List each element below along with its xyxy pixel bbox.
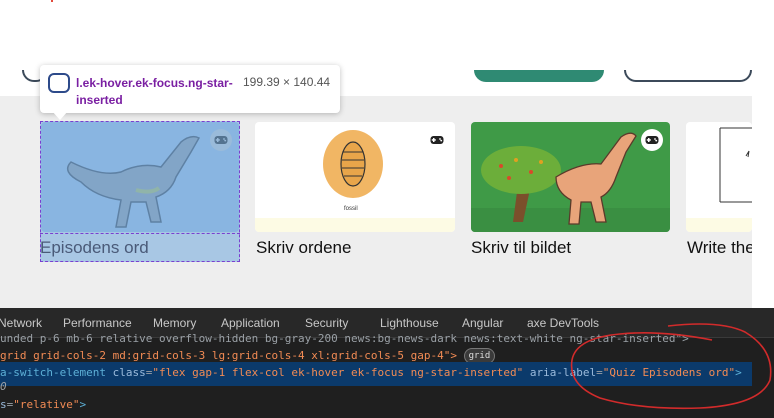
tooltip-arrow xyxy=(52,111,68,120)
dom-line-selected[interactable]: a-switch-element class="flex gap-1 flex-… xyxy=(0,366,742,380)
tab-security[interactable]: Security xyxy=(305,316,348,330)
sketch-illustration xyxy=(686,127,752,232)
dom-attr-class: class xyxy=(112,366,146,379)
tab-network[interactable]: Network xyxy=(0,316,42,330)
scrollbar[interactable] xyxy=(752,72,774,308)
dom-line-index: 0 xyxy=(0,380,7,393)
tab-axe-devtools[interactable]: axe DevTools xyxy=(527,316,599,330)
dom-attr-s: s xyxy=(0,398,7,411)
card-skriv-ordene[interactable]: fossil xyxy=(255,122,455,232)
dom-tag-end: > xyxy=(735,366,742,379)
highlight-divider xyxy=(40,233,240,234)
partial-button-teal[interactable] xyxy=(474,70,604,82)
label-clip xyxy=(752,238,774,262)
dom-attr-aria-value: "Quiz Episodens ord" xyxy=(602,366,736,379)
card-label-write-the[interactable]: Write the xyxy=(687,238,755,258)
card-label-skriv-ordene[interactable]: Skriv ordene xyxy=(256,238,351,258)
dom-line-0[interactable]: unded p-6 mb-6 relative overflow-hidden … xyxy=(0,332,689,346)
tooltip-selector: l.ek-hover.ek-focus.ng-star-inserted xyxy=(76,76,233,107)
dom-attr-class-value: "flex gap-1 flex-col ek-hover ek-focus n… xyxy=(152,366,524,379)
card-skriv-til-bildet[interactable] xyxy=(471,122,670,232)
game-controller-icon xyxy=(641,129,663,151)
dom-line-relative[interactable]: s="relative"> xyxy=(0,398,86,412)
game-controller-icon xyxy=(426,129,448,151)
dom-attr-aria: aria-label xyxy=(523,366,597,379)
fossil-caption: fossil xyxy=(344,206,358,212)
tab-lighthouse[interactable]: Lighthouse xyxy=(380,316,439,330)
tab-memory[interactable]: Memory xyxy=(153,316,196,330)
inspect-tooltip: l.ek-hover.ek-focus.ng-star-inserted 199… xyxy=(40,65,340,113)
tab-application[interactable]: Application xyxy=(221,316,280,330)
screenshot: Episodens ord fossil Skriv ordene Skriv … xyxy=(0,0,774,418)
component-icon xyxy=(48,73,70,93)
dom-attr-relative-value: "relative" xyxy=(13,398,80,411)
dom-tag-text: a-switch-element xyxy=(0,366,113,379)
stray-dot xyxy=(51,0,53,2)
dom-line-grid-text: grid grid-cols-2 md:grid-cols-3 lg:grid-… xyxy=(0,349,457,362)
dom-tag-end-2: > xyxy=(79,398,87,411)
fossil-illustration xyxy=(255,130,455,232)
card-label-episodens-ord[interactable]: Episodens ord xyxy=(40,238,149,258)
partial-button-right[interactable] xyxy=(624,70,752,82)
card-write-the[interactable] xyxy=(686,122,752,232)
tooltip-dimensions: 199.39 × 140.44 xyxy=(243,75,331,89)
card-label-skriv-til-bildet[interactable]: Skriv til bildet xyxy=(471,238,571,258)
tab-performance[interactable]: Performance xyxy=(63,316,132,330)
tab-angular[interactable]: Angular xyxy=(462,316,503,330)
